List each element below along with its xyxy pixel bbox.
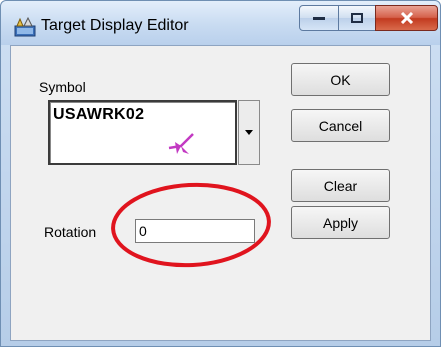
symbol-label: Symbol (39, 79, 86, 95)
window-title: Target Display Editor (41, 17, 189, 34)
cancel-button[interactable]: Cancel (291, 109, 390, 142)
dialog-client-area: Symbol USAWRK02 OK Cancel Clear Apply Ro… (10, 45, 431, 341)
symbol-dropdown-button[interactable] (238, 100, 260, 165)
title-bar[interactable]: Target Display Editor (1, 1, 440, 45)
clear-button[interactable]: Clear (291, 169, 390, 202)
close-icon (400, 12, 413, 24)
apply-button[interactable]: Apply (291, 206, 390, 239)
maximize-button[interactable] (338, 5, 376, 31)
caption-buttons (299, 5, 440, 33)
rotation-label: Rotation (44, 224, 97, 240)
rotation-input[interactable]: 0 (135, 219, 255, 243)
ok-button[interactable]: OK (291, 63, 390, 96)
close-button[interactable] (375, 5, 438, 31)
symbol-value: USAWRK02 (53, 106, 145, 123)
app-icon (14, 16, 36, 37)
symbol-preview-icon (168, 133, 194, 154)
minimize-icon (313, 17, 325, 20)
maximize-icon (351, 13, 363, 23)
symbol-combobox[interactable]: USAWRK02 (48, 100, 237, 165)
minimize-button[interactable] (299, 5, 339, 31)
dialog-window: Target Display Editor Symbol USAWRK02 OK… (0, 0, 441, 347)
chevron-down-icon (245, 130, 253, 135)
